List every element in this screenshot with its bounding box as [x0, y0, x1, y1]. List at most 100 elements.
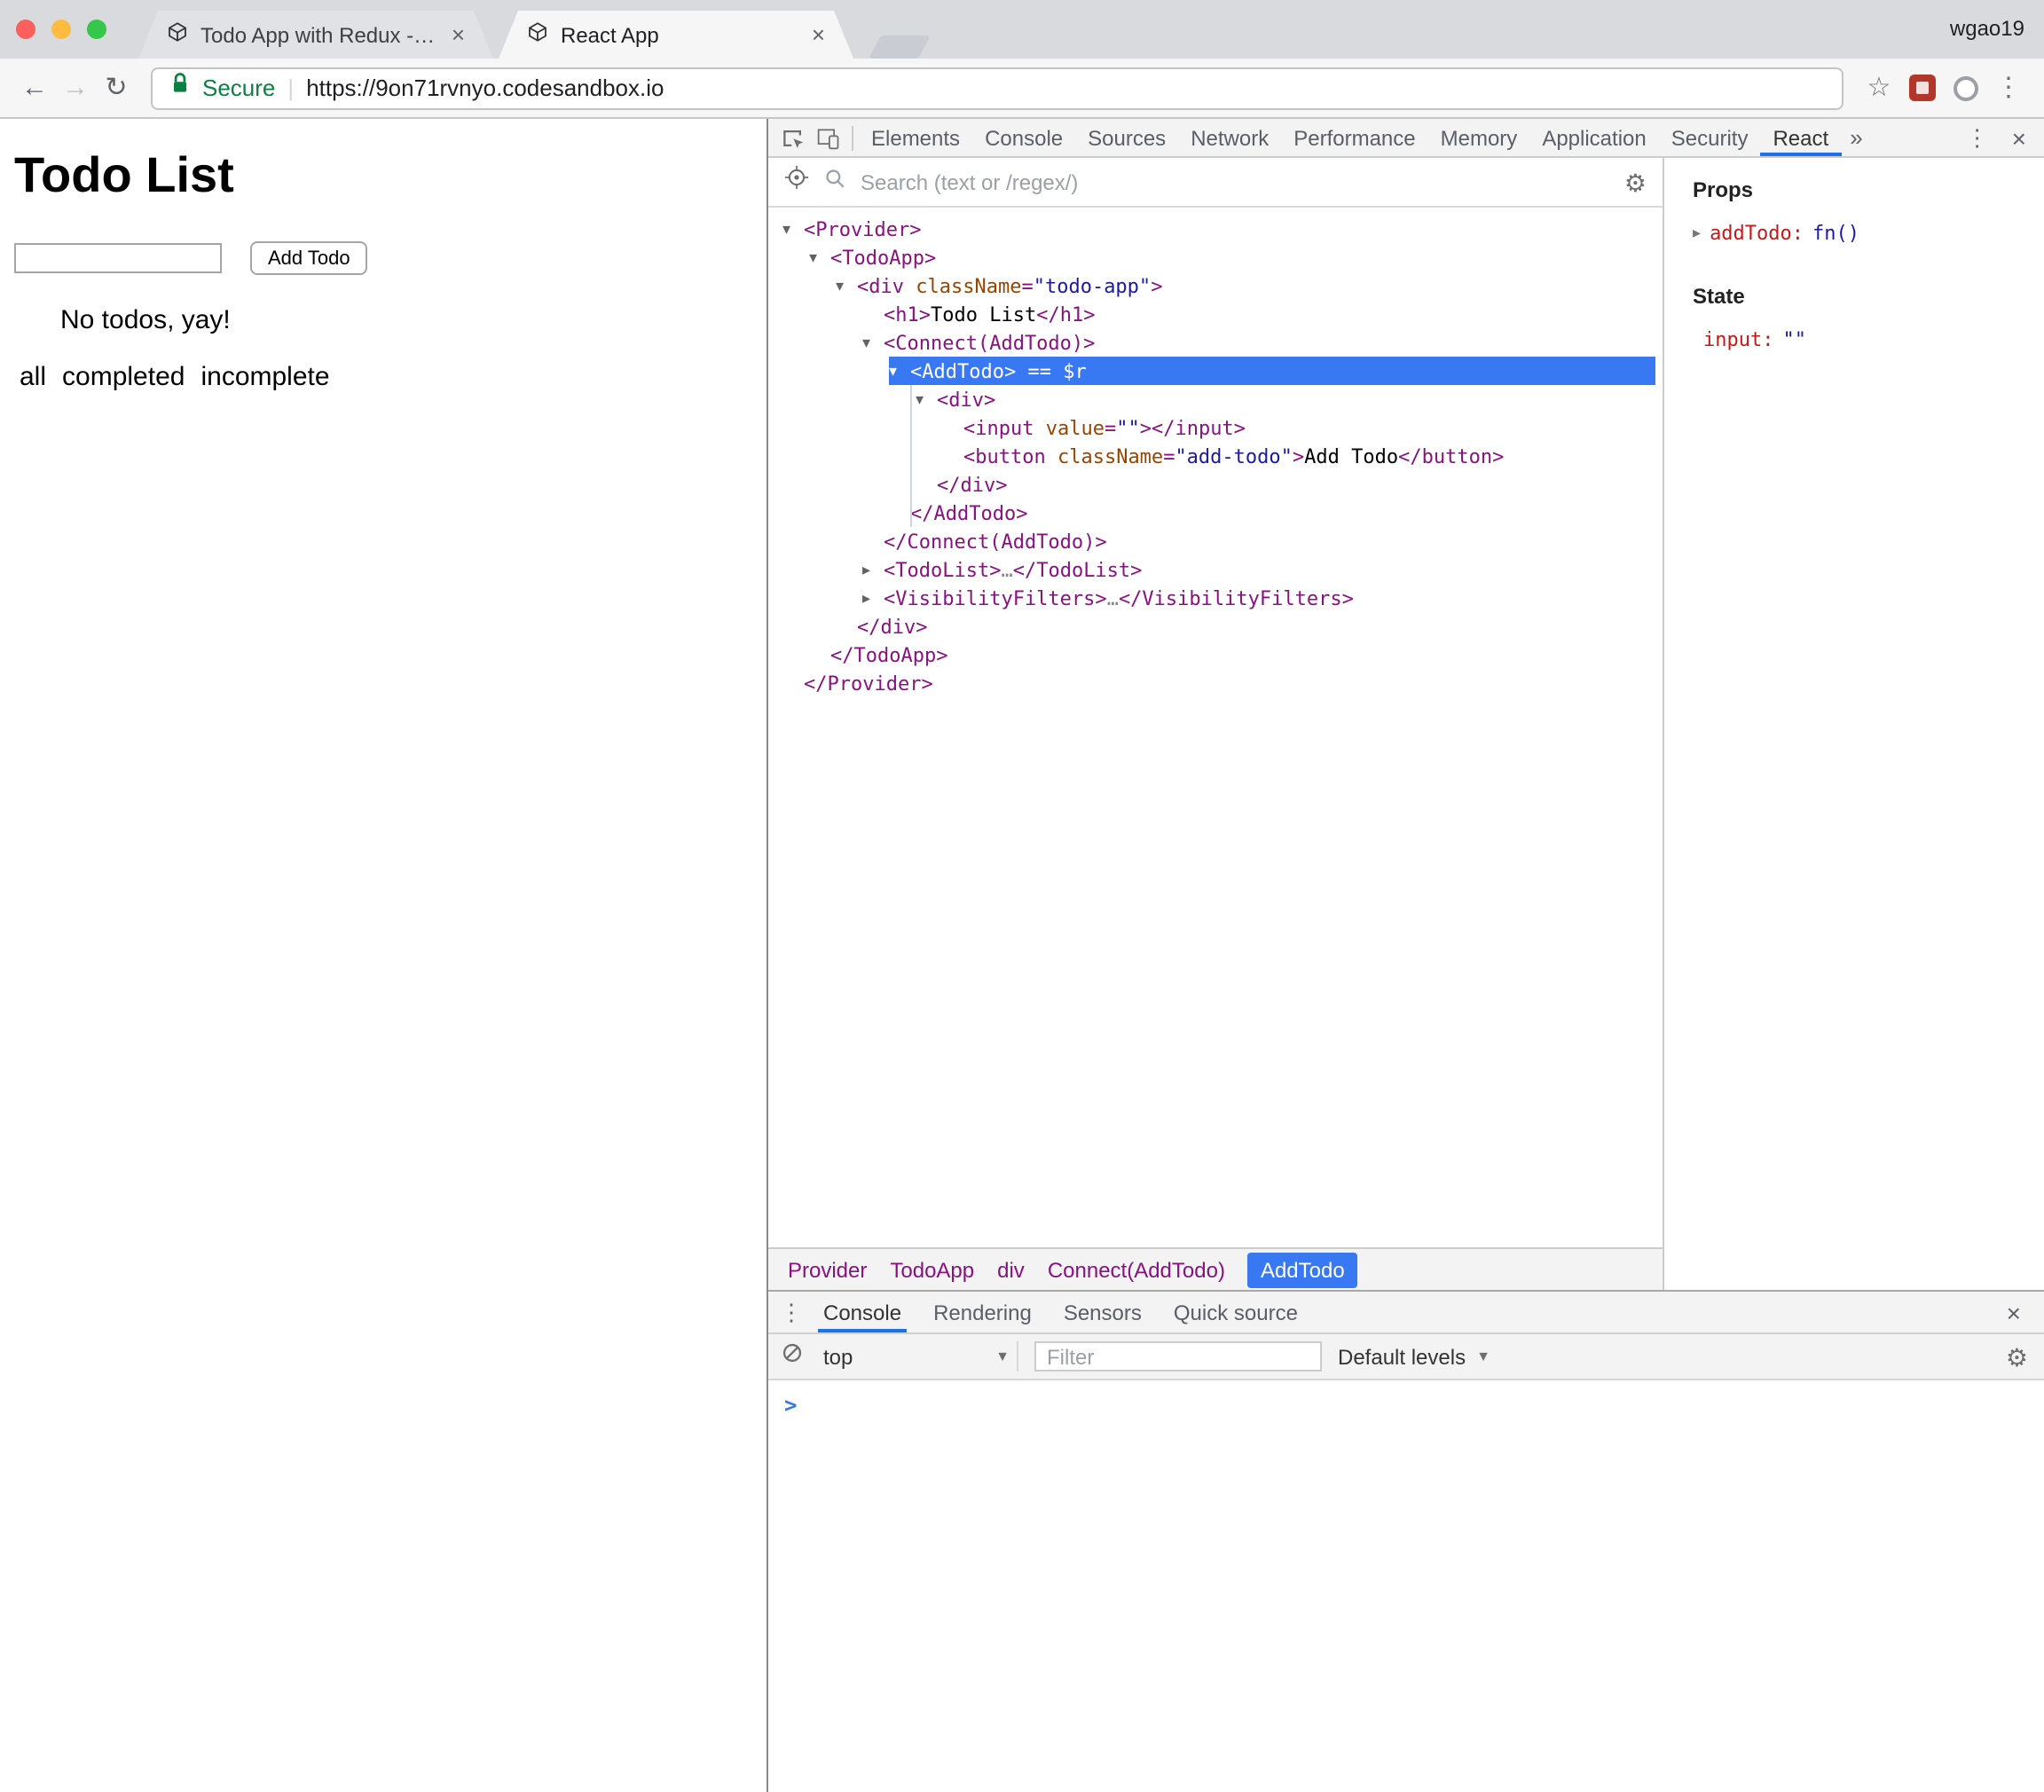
- tree-row[interactable]: ▾ <Connect(AddTodo)>: [768, 328, 1663, 357]
- console-input-area[interactable]: >: [768, 1380, 2044, 1792]
- devtools-tab-memory[interactable]: Memory: [1428, 119, 1530, 156]
- expand-arrow-icon[interactable]: ▸: [862, 588, 884, 608]
- window-close-button[interactable]: [16, 20, 35, 39]
- drawer-tab-sensors[interactable]: Sensors: [1048, 1292, 1158, 1332]
- toolbar-separator: [852, 125, 853, 150]
- new-tab-button[interactable]: [869, 35, 931, 59]
- drawer-close-icon[interactable]: ×: [1991, 1298, 2037, 1326]
- tree-row[interactable]: <h1> Todo List </h1>: [768, 300, 1663, 328]
- devtools-tab-react[interactable]: React: [1760, 119, 1842, 156]
- tree-row[interactable]: ▾ <div className = "todo-app" >: [768, 271, 1663, 300]
- prop-row[interactable]: ▸ addTodo: fn(): [1693, 222, 2030, 245]
- collapse-arrow-icon[interactable]: ▾: [782, 219, 804, 239]
- breadcrumb-div[interactable]: div: [997, 1257, 1025, 1282]
- extension-circle-icon[interactable]: [1954, 75, 1978, 100]
- drawer-tab-rendering[interactable]: Rendering: [917, 1292, 1048, 1332]
- extension-icon[interactable]: [1909, 75, 1936, 101]
- tab-strip: Todo App with Redux - CodeS × React App …: [0, 0, 2044, 59]
- code-token: </button>: [1398, 444, 1505, 468]
- devtools-menu-icon[interactable]: ⋮: [1954, 123, 2001, 152]
- browser-tab-todo-app[interactable]: Todo App with Redux - CodeS ×: [138, 11, 493, 59]
- todo-text-input[interactable]: [14, 243, 222, 273]
- window-zoom-button[interactable]: [87, 20, 106, 39]
- forward-icon[interactable]: →: [55, 75, 96, 101]
- tree-row[interactable]: ▸ <TodoList>… </TodoList>: [768, 555, 1663, 584]
- collapse-arrow-icon[interactable]: ▾: [889, 361, 910, 381]
- address-bar[interactable]: Secure | https://9on71rvnyo.codesandbox.…: [151, 67, 1844, 109]
- devtools-tab-console[interactable]: Console: [972, 119, 1075, 156]
- window-minimize-button[interactable]: [51, 20, 71, 39]
- collapse-arrow-icon[interactable]: ▾: [862, 333, 884, 352]
- prop-value: fn(): [1812, 222, 1860, 245]
- expand-arrow-icon[interactable]: ▸: [862, 560, 884, 579]
- state-row[interactable]: input: "": [1693, 328, 2030, 351]
- devtools-close-icon[interactable]: ×: [2001, 123, 2037, 152]
- filter-incomplete[interactable]: incomplete: [200, 362, 329, 392]
- code-token: "add-todo": [1175, 444, 1293, 468]
- secure-label: Secure: [202, 75, 276, 101]
- tree-row[interactable]: </Provider>: [768, 669, 1663, 697]
- breadcrumb-todoapp[interactable]: TodoApp: [890, 1257, 974, 1282]
- code-token: </TodoApp>: [830, 643, 948, 666]
- breadcrumb-connect-addtodo-[interactable]: Connect(AddTodo): [1048, 1257, 1225, 1282]
- tree-row[interactable]: </div>: [768, 612, 1663, 641]
- console-settings-gear-icon[interactable]: ⚙: [2006, 1344, 2032, 1369]
- tree-row[interactable]: ▾ <AddTodo> == $r: [768, 357, 1663, 385]
- tree-row[interactable]: ▾ <div>: [768, 385, 1663, 413]
- tree-row[interactable]: </div>: [768, 470, 1663, 499]
- expand-arrow-icon[interactable]: ▸: [1693, 224, 1701, 243]
- filter-completed[interactable]: completed: [62, 362, 185, 392]
- log-levels-select[interactable]: Default levels ▼: [1338, 1344, 1490, 1369]
- drawer-menu-icon[interactable]: ⋮: [775, 1298, 807, 1326]
- device-toolbar-icon[interactable]: [811, 125, 846, 150]
- javascript-context-select[interactable]: top ▼: [820, 1341, 1018, 1372]
- collapse-arrow-icon[interactable]: ▾: [809, 248, 830, 267]
- react-settings-gear-icon[interactable]: ⚙: [1624, 169, 1647, 194]
- devtools-tab-application[interactable]: Application: [1529, 119, 1658, 156]
- tree-row[interactable]: </TodoApp>: [768, 641, 1663, 669]
- code-token: Todo List: [931, 303, 1037, 326]
- bookmark-star-icon[interactable]: ☆: [1858, 75, 1900, 101]
- collapse-arrow-icon[interactable]: ▾: [916, 389, 937, 409]
- code-token: <Connect(AddTodo)>: [884, 331, 1096, 354]
- back-icon[interactable]: ←: [14, 75, 55, 101]
- tree-row[interactable]: </AddTodo>: [768, 499, 1663, 527]
- code-token: </div>: [937, 473, 1008, 496]
- more-panels-icon[interactable]: »: [1841, 124, 1871, 151]
- browser-menu-icon[interactable]: ⋮: [1987, 75, 2030, 101]
- tab-close-icon[interactable]: ×: [452, 23, 465, 46]
- profile-name[interactable]: wgao19: [1950, 16, 2024, 41]
- browser-tab-react-app[interactable]: React App ×: [499, 11, 853, 59]
- reload-icon[interactable]: ↻: [96, 75, 137, 101]
- tree-row[interactable]: <input value = "" ></input>: [768, 413, 1663, 442]
- tab-close-icon[interactable]: ×: [812, 23, 825, 46]
- tree-row[interactable]: ▾ <TodoApp>: [768, 243, 1663, 271]
- collapse-arrow-icon[interactable]: ▾: [836, 276, 857, 295]
- console-filter-input[interactable]: [1034, 1341, 1322, 1372]
- react-inspector-sidebar: Props ▸ addTodo: fn() State input: "": [1663, 158, 2044, 1290]
- clear-console-icon[interactable]: [781, 1340, 804, 1372]
- select-react-element-icon[interactable]: [784, 165, 809, 199]
- devtools-tab-elements[interactable]: Elements: [859, 119, 972, 156]
- add-todo-button[interactable]: Add Todo: [250, 241, 368, 275]
- devtools-tab-performance[interactable]: Performance: [1281, 119, 1427, 156]
- tree-row[interactable]: ▾ <Provider>: [768, 215, 1663, 243]
- tree-row[interactable]: <button className = "add-todo" > Add Todo </b…: [768, 442, 1663, 470]
- drawer-tab-console[interactable]: Console: [807, 1292, 917, 1332]
- codesandbox-cube-icon: [167, 21, 188, 48]
- inspect-element-icon[interactable]: [775, 125, 811, 150]
- devtools-tab-sources[interactable]: Sources: [1075, 119, 1178, 156]
- breadcrumb-addtodo[interactable]: AddTodo: [1247, 1252, 1357, 1287]
- devtools-tab-network[interactable]: Network: [1178, 119, 1281, 156]
- drawer-tab-quick-source[interactable]: Quick source: [1158, 1292, 1314, 1332]
- tree-row[interactable]: </Connect(AddTodo)>: [768, 527, 1663, 555]
- react-search-input[interactable]: [861, 169, 1610, 194]
- chevron-down-icon: ▼: [995, 1348, 1010, 1364]
- code-token: <input: [963, 416, 1046, 439]
- add-todo-form: Add Todo: [14, 241, 766, 275]
- filter-all[interactable]: all: [20, 362, 46, 392]
- secure-lock-icon[interactable]: [170, 71, 190, 105]
- breadcrumb-provider[interactable]: Provider: [788, 1257, 867, 1282]
- tree-row[interactable]: ▸ <VisibilityFilters>… </VisibilityFilters…: [768, 584, 1663, 612]
- devtools-tab-security[interactable]: Security: [1659, 119, 1761, 156]
